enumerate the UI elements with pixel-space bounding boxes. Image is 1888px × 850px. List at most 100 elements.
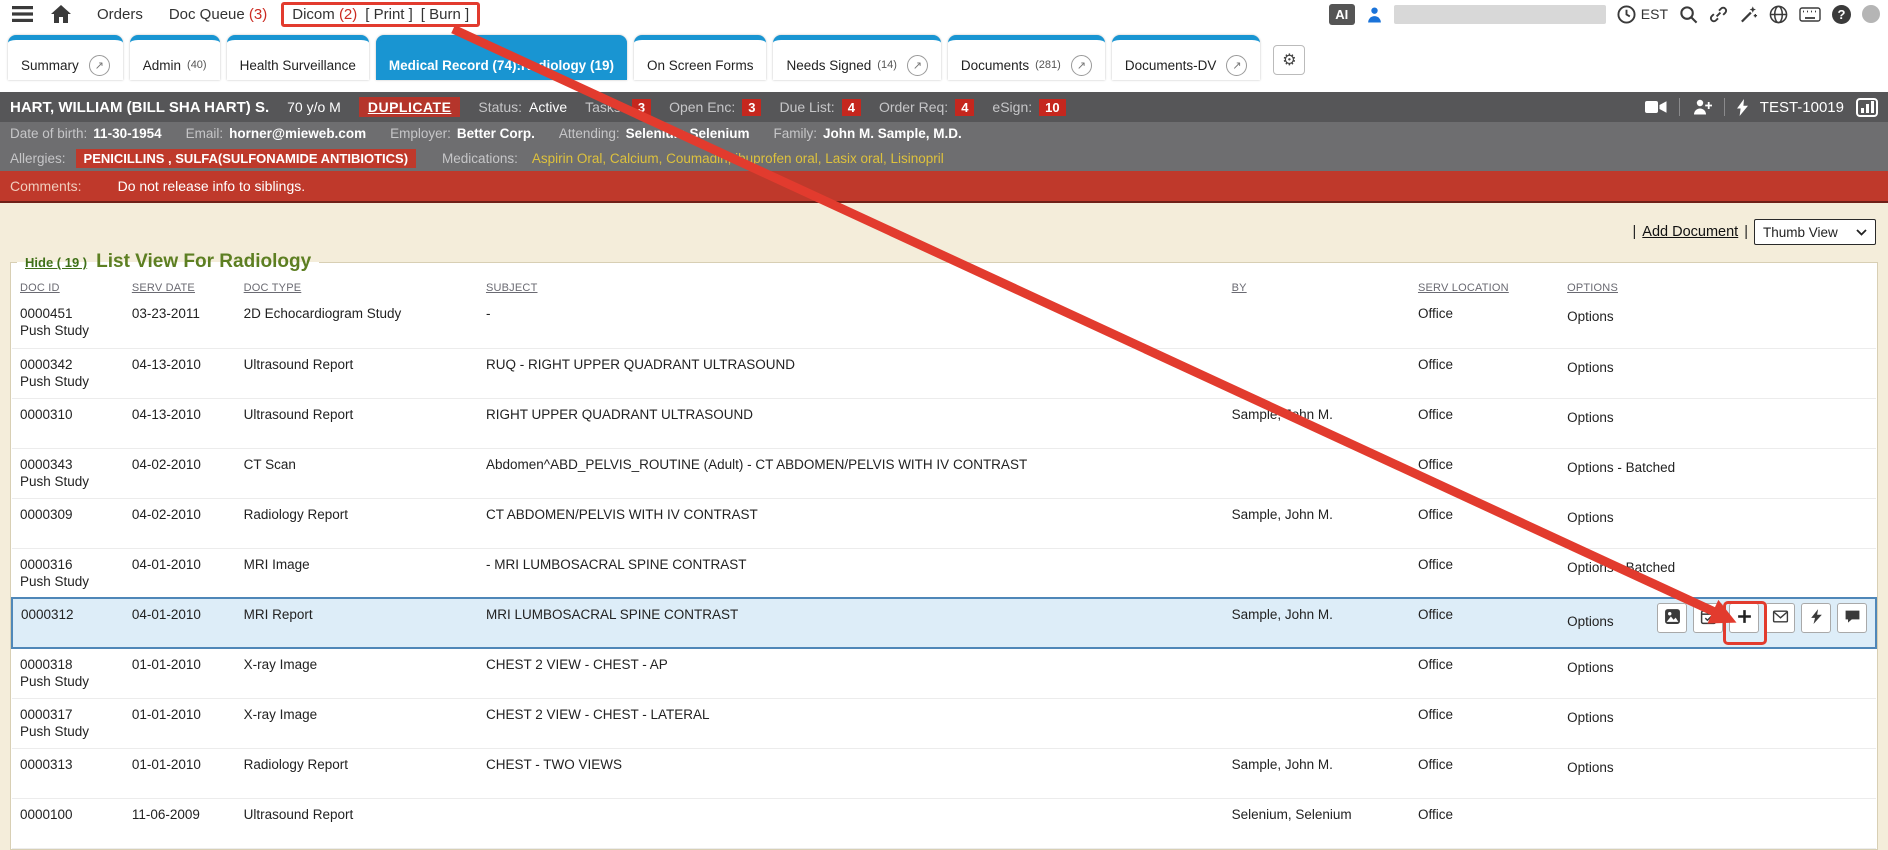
cell-doc-id: 0000312 <box>12 598 124 648</box>
clock-icon[interactable] <box>1617 5 1636 24</box>
comment-icon <box>1844 608 1861 628</box>
hamburger-menu-icon[interactable] <box>12 6 33 22</box>
table-row[interactable]: 0000318Push Study01-01-2010X-ray ImageCH… <box>12 648 1876 698</box>
column-header-options[interactable]: OPTIONS <box>1559 273 1876 298</box>
stat-count-badge[interactable]: 4 <box>842 99 861 116</box>
doc-id: 0000100 <box>20 806 116 823</box>
add-button[interactable] <box>1729 603 1759 633</box>
table-row[interactable]: 0000316Push Study04-01-2010MRI Image- MR… <box>12 548 1876 598</box>
add-document-link[interactable]: Add Document <box>1642 224 1738 240</box>
thumb-view-select[interactable]: Thumb View <box>1754 219 1876 245</box>
medications-list[interactable]: Aspirin Oral, Calcium, Coumadin, ibuprof… <box>532 151 944 166</box>
nav-doc-queue[interactable]: Doc Queue (3) <box>169 6 267 23</box>
bolt-icon[interactable] <box>1737 99 1748 116</box>
cell-by <box>1224 348 1410 398</box>
stat-label: Due List: <box>779 99 834 115</box>
cell-doc-type: Ultrasound Report <box>236 398 478 448</box>
options-link[interactable]: Options - Batched <box>1567 459 1675 476</box>
table-row[interactable]: 000031004-13-2010Ultrasound ReportRIGHT … <box>12 398 1876 448</box>
home-icon[interactable] <box>51 5 71 23</box>
redacted-user-name[interactable] <box>1394 5 1606 24</box>
cell-doc-id: 0000100 <box>12 798 124 848</box>
cell-serv-location: Office <box>1410 498 1559 548</box>
column-header-by[interactable]: BY <box>1224 273 1410 298</box>
column-header-subject[interactable]: SUBJECT <box>478 273 1224 298</box>
globe-icon[interactable] <box>1769 5 1788 24</box>
table-row[interactable]: 0000343Push Study04-02-2010CT ScanAbdome… <box>12 448 1876 498</box>
tab-medical-record-74-radiology-19[interactable]: Medical Record (74):Radiology (19) <box>376 35 627 80</box>
stat-label: Tasks: <box>585 99 625 115</box>
cell-by <box>1224 648 1410 698</box>
envelope-button[interactable] <box>1765 603 1795 633</box>
options-link[interactable]: Options <box>1567 308 1614 325</box>
duplicate-badge[interactable]: DUPLICATE <box>359 97 461 117</box>
external-link-icon[interactable]: ↗ <box>907 55 928 76</box>
cell-options: Options <box>1559 398 1876 448</box>
bar-chart-icon[interactable] <box>1856 98 1878 117</box>
stat-count-badge[interactable]: 4 <box>955 99 974 116</box>
options-link[interactable]: Options <box>1567 409 1614 426</box>
video-camera-icon[interactable] <box>1645 100 1667 114</box>
column-header-serv-date[interactable]: SERV DATE <box>124 273 236 298</box>
search-icon[interactable] <box>1679 5 1698 24</box>
cell-by: Sample, John M. <box>1224 498 1410 548</box>
stat-count-badge[interactable]: 10 <box>1039 99 1065 116</box>
nav-print[interactable]: [ Print ] <box>365 6 413 23</box>
tab-health-surveillance[interactable]: Health Surveillance <box>227 35 369 80</box>
cell-subject: CHEST - TWO VIEWS <box>478 748 1224 798</box>
options-link[interactable]: Options <box>1567 509 1614 526</box>
column-header-doc-type[interactable]: DOC TYPE <box>236 273 478 298</box>
calendar-button[interactable] <box>1693 603 1723 633</box>
view-image-button[interactable] <box>1657 603 1687 633</box>
external-link-icon[interactable]: ↗ <box>1071 55 1092 76</box>
tab-admin[interactable]: Admin(40) <box>130 35 220 80</box>
bolt-button[interactable] <box>1801 603 1831 633</box>
options-link[interactable]: Options <box>1567 659 1614 676</box>
table-row[interactable]: 0000451Push Study03-23-20112D Echocardio… <box>12 298 1876 348</box>
nav-orders[interactable]: Orders <box>97 6 143 23</box>
tab-documents-dv[interactable]: Documents-DV↗ <box>1112 35 1261 80</box>
tab-summary[interactable]: Summary↗ <box>8 35 123 80</box>
table-row[interactable]: 0000317Push Study01-01-2010X-ray ImageCH… <box>12 698 1876 748</box>
patient-stats: Tasks:3Open Enc:3Due List:4Order Req:4eS… <box>585 99 1065 116</box>
table-row[interactable]: 000031301-01-2010Radiology ReportCHEST -… <box>12 748 1876 798</box>
stat-count-badge[interactable]: 3 <box>742 99 761 116</box>
add-person-icon[interactable] <box>1692 99 1712 115</box>
cell-subject <box>478 798 1224 848</box>
help-icon[interactable]: ? <box>1832 5 1851 24</box>
table-row[interactable]: 000030904-02-2010Radiology ReportCT ABDO… <box>12 498 1876 548</box>
options-link[interactable]: Options <box>1567 759 1614 776</box>
options-link[interactable]: Options - Batched <box>1567 559 1675 576</box>
comment-button[interactable] <box>1837 603 1867 633</box>
wand-icon[interactable] <box>1739 5 1758 24</box>
nav-burn[interactable]: [ Burn ] <box>421 6 469 23</box>
table-row[interactable]: 000031204-01-2010MRI ReportMRI LUMBOSACR… <box>12 598 1876 648</box>
doc-push-study: Push Study <box>20 723 116 740</box>
cell-by <box>1224 698 1410 748</box>
patient-dob: 11-30-1954 <box>93 126 161 141</box>
user-icon[interactable] <box>1366 6 1383 23</box>
comments-bar: Comments: Do not release info to sibling… <box>0 171 1888 203</box>
external-link-icon[interactable]: ↗ <box>1226 55 1247 76</box>
keyboard-icon[interactable] <box>1799 7 1821 22</box>
hide-list-link[interactable]: Hide ( 19 ) <box>25 255 87 270</box>
external-link-icon[interactable]: ↗ <box>89 55 110 76</box>
tab-documents[interactable]: Documents(281)↗ <box>948 35 1105 80</box>
nav-dicom[interactable]: Dicom (2) <box>292 6 357 23</box>
stat-tasks: Tasks: 3 <box>585 99 651 116</box>
tab-needs-signed[interactable]: Needs Signed(14)↗ <box>773 35 940 80</box>
table-row[interactable]: 0000342Push Study04-13-2010Ultrasound Re… <box>12 348 1876 398</box>
column-header-doc-id[interactable]: DOC ID <box>12 273 124 298</box>
allergies-badge[interactable]: PENICILLINS , SULFA(SULFONAMIDE ANTIBIOT… <box>76 149 417 168</box>
link-icon[interactable] <box>1709 5 1728 24</box>
options-link[interactable]: Options <box>1567 359 1614 376</box>
tab-settings-gear-button[interactable]: ⚙ <box>1273 45 1305 75</box>
stat-count-badge[interactable]: 3 <box>632 99 651 116</box>
options-link[interactable]: Options <box>1567 613 1614 630</box>
tab-on-screen-forms[interactable]: On Screen Forms <box>634 35 767 80</box>
options-link[interactable]: Options <box>1567 709 1614 726</box>
table-row[interactable]: 000010011-06-2009Ultrasound ReportSeleni… <box>12 798 1876 848</box>
column-header-serv-location[interactable]: SERV LOCATION <box>1410 273 1559 298</box>
cell-serv-date: 04-02-2010 <box>124 448 236 498</box>
ai-badge[interactable]: AI <box>1329 4 1355 25</box>
